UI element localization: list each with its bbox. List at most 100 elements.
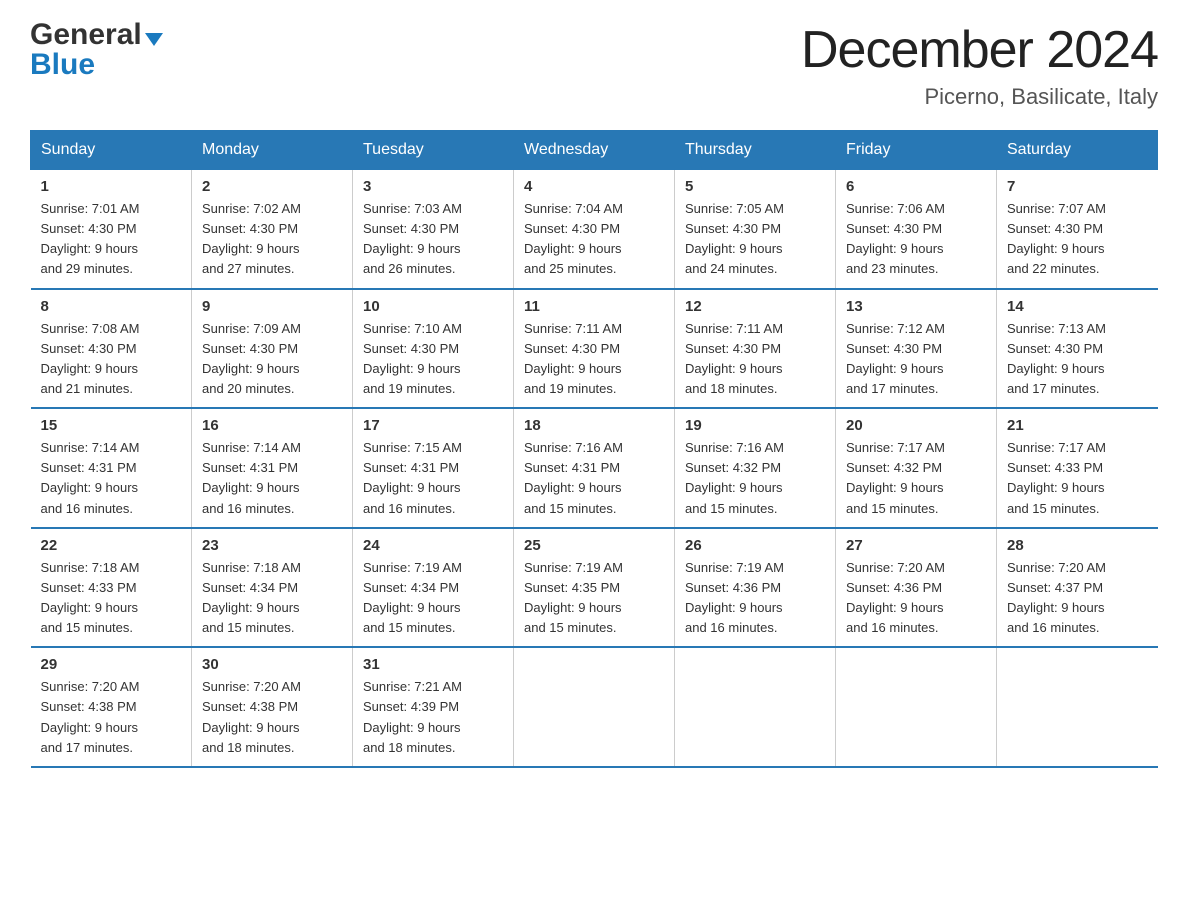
table-row: 15 Sunrise: 7:14 AMSunset: 4:31 PMDaylig…	[31, 408, 192, 528]
day-number: 25	[524, 537, 664, 554]
day-info: Sunrise: 7:11 AMSunset: 4:30 PMDaylight:…	[685, 321, 783, 396]
table-row	[997, 647, 1158, 767]
day-info: Sunrise: 7:05 AMSunset: 4:30 PMDaylight:…	[685, 201, 784, 276]
day-number: 12	[685, 298, 825, 315]
table-row: 7 Sunrise: 7:07 AMSunset: 4:30 PMDayligh…	[997, 170, 1158, 289]
day-info: Sunrise: 7:16 AMSunset: 4:31 PMDaylight:…	[524, 440, 623, 515]
table-row: 24 Sunrise: 7:19 AMSunset: 4:34 PMDaylig…	[353, 528, 514, 648]
page-header: General Blue December 2024 Picerno, Basi…	[30, 20, 1158, 110]
day-info: Sunrise: 7:19 AMSunset: 4:35 PMDaylight:…	[524, 560, 623, 635]
table-row: 19 Sunrise: 7:16 AMSunset: 4:32 PMDaylig…	[675, 408, 836, 528]
table-row: 20 Sunrise: 7:17 AMSunset: 4:32 PMDaylig…	[836, 408, 997, 528]
day-info: Sunrise: 7:13 AMSunset: 4:30 PMDaylight:…	[1007, 321, 1106, 396]
day-number: 17	[363, 417, 503, 434]
day-number: 19	[685, 417, 825, 434]
day-info: Sunrise: 7:01 AMSunset: 4:30 PMDaylight:…	[41, 201, 140, 276]
table-row: 23 Sunrise: 7:18 AMSunset: 4:34 PMDaylig…	[192, 528, 353, 648]
day-info: Sunrise: 7:15 AMSunset: 4:31 PMDaylight:…	[363, 440, 462, 515]
day-info: Sunrise: 7:17 AMSunset: 4:33 PMDaylight:…	[1007, 440, 1106, 515]
day-info: Sunrise: 7:14 AMSunset: 4:31 PMDaylight:…	[202, 440, 301, 515]
day-info: Sunrise: 7:18 AMSunset: 4:34 PMDaylight:…	[202, 560, 301, 635]
table-row: 28 Sunrise: 7:20 AMSunset: 4:37 PMDaylig…	[997, 528, 1158, 648]
table-row: 14 Sunrise: 7:13 AMSunset: 4:30 PMDaylig…	[997, 289, 1158, 409]
day-info: Sunrise: 7:06 AMSunset: 4:30 PMDaylight:…	[846, 201, 945, 276]
table-row: 17 Sunrise: 7:15 AMSunset: 4:31 PMDaylig…	[353, 408, 514, 528]
table-row: 5 Sunrise: 7:05 AMSunset: 4:30 PMDayligh…	[675, 170, 836, 289]
table-row: 21 Sunrise: 7:17 AMSunset: 4:33 PMDaylig…	[997, 408, 1158, 528]
table-row: 29 Sunrise: 7:20 AMSunset: 4:38 PMDaylig…	[31, 647, 192, 767]
day-number: 28	[1007, 537, 1148, 554]
day-info: Sunrise: 7:19 AMSunset: 4:36 PMDaylight:…	[685, 560, 784, 635]
logo-blue: Blue	[30, 48, 95, 81]
table-row	[836, 647, 997, 767]
table-row: 3 Sunrise: 7:03 AMSunset: 4:30 PMDayligh…	[353, 170, 514, 289]
day-info: Sunrise: 7:02 AMSunset: 4:30 PMDaylight:…	[202, 201, 301, 276]
day-number: 18	[524, 417, 664, 434]
table-row: 16 Sunrise: 7:14 AMSunset: 4:31 PMDaylig…	[192, 408, 353, 528]
day-info: Sunrise: 7:14 AMSunset: 4:31 PMDaylight:…	[41, 440, 140, 515]
table-row: 26 Sunrise: 7:19 AMSunset: 4:36 PMDaylig…	[675, 528, 836, 648]
day-number: 14	[1007, 298, 1148, 315]
table-row: 8 Sunrise: 7:08 AMSunset: 4:30 PMDayligh…	[31, 289, 192, 409]
calendar-week-row: 15 Sunrise: 7:14 AMSunset: 4:31 PMDaylig…	[31, 408, 1158, 528]
day-info: Sunrise: 7:07 AMSunset: 4:30 PMDaylight:…	[1007, 201, 1106, 276]
day-number: 8	[41, 298, 182, 315]
header-wednesday: Wednesday	[514, 131, 675, 170]
day-info: Sunrise: 7:11 AMSunset: 4:30 PMDaylight:…	[524, 321, 622, 396]
day-info: Sunrise: 7:18 AMSunset: 4:33 PMDaylight:…	[41, 560, 140, 635]
table-row: 18 Sunrise: 7:16 AMSunset: 4:31 PMDaylig…	[514, 408, 675, 528]
day-info: Sunrise: 7:20 AMSunset: 4:37 PMDaylight:…	[1007, 560, 1106, 635]
day-info: Sunrise: 7:19 AMSunset: 4:34 PMDaylight:…	[363, 560, 462, 635]
day-number: 4	[524, 178, 664, 195]
day-number: 23	[202, 537, 342, 554]
day-number: 1	[41, 178, 182, 195]
table-row: 22 Sunrise: 7:18 AMSunset: 4:33 PMDaylig…	[31, 528, 192, 648]
day-number: 16	[202, 417, 342, 434]
day-info: Sunrise: 7:12 AMSunset: 4:30 PMDaylight:…	[846, 321, 945, 396]
calendar-week-row: 1 Sunrise: 7:01 AMSunset: 4:30 PMDayligh…	[31, 170, 1158, 289]
day-number: 10	[363, 298, 503, 315]
table-row: 30 Sunrise: 7:20 AMSunset: 4:38 PMDaylig…	[192, 647, 353, 767]
calendar-week-row: 29 Sunrise: 7:20 AMSunset: 4:38 PMDaylig…	[31, 647, 1158, 767]
table-row: 31 Sunrise: 7:21 AMSunset: 4:39 PMDaylig…	[353, 647, 514, 767]
header-sunday: Sunday	[31, 131, 192, 170]
day-info: Sunrise: 7:20 AMSunset: 4:38 PMDaylight:…	[202, 679, 301, 754]
day-number: 11	[524, 298, 664, 315]
title-block: December 2024 Picerno, Basilicate, Italy	[801, 20, 1158, 110]
day-number: 6	[846, 178, 986, 195]
table-row: 11 Sunrise: 7:11 AMSunset: 4:30 PMDaylig…	[514, 289, 675, 409]
day-info: Sunrise: 7:20 AMSunset: 4:38 PMDaylight:…	[41, 679, 140, 754]
day-info: Sunrise: 7:04 AMSunset: 4:30 PMDaylight:…	[524, 201, 623, 276]
day-number: 3	[363, 178, 503, 195]
table-row: 25 Sunrise: 7:19 AMSunset: 4:35 PMDaylig…	[514, 528, 675, 648]
day-number: 9	[202, 298, 342, 315]
day-info: Sunrise: 7:17 AMSunset: 4:32 PMDaylight:…	[846, 440, 945, 515]
day-number: 22	[41, 537, 182, 554]
table-row: 13 Sunrise: 7:12 AMSunset: 4:30 PMDaylig…	[836, 289, 997, 409]
calendar-header-row: Sunday Monday Tuesday Wednesday Thursday…	[31, 131, 1158, 170]
day-info: Sunrise: 7:08 AMSunset: 4:30 PMDaylight:…	[41, 321, 140, 396]
day-number: 7	[1007, 178, 1148, 195]
day-info: Sunrise: 7:21 AMSunset: 4:39 PMDaylight:…	[363, 679, 462, 754]
location-subtitle: Picerno, Basilicate, Italy	[801, 84, 1158, 110]
logo: General Blue	[30, 20, 163, 80]
day-number: 27	[846, 537, 986, 554]
day-info: Sunrise: 7:20 AMSunset: 4:36 PMDaylight:…	[846, 560, 945, 635]
day-info: Sunrise: 7:16 AMSunset: 4:32 PMDaylight:…	[685, 440, 784, 515]
header-tuesday: Tuesday	[353, 131, 514, 170]
header-monday: Monday	[192, 131, 353, 170]
logo-general: General	[30, 20, 142, 50]
day-number: 21	[1007, 417, 1148, 434]
day-number: 20	[846, 417, 986, 434]
day-number: 13	[846, 298, 986, 315]
table-row	[675, 647, 836, 767]
day-number: 2	[202, 178, 342, 195]
table-row: 9 Sunrise: 7:09 AMSunset: 4:30 PMDayligh…	[192, 289, 353, 409]
header-thursday: Thursday	[675, 131, 836, 170]
day-info: Sunrise: 7:03 AMSunset: 4:30 PMDaylight:…	[363, 201, 462, 276]
day-number: 30	[202, 656, 342, 673]
calendar-table: Sunday Monday Tuesday Wednesday Thursday…	[30, 130, 1158, 768]
table-row	[514, 647, 675, 767]
logo-triangle-icon	[145, 33, 163, 46]
day-number: 24	[363, 537, 503, 554]
